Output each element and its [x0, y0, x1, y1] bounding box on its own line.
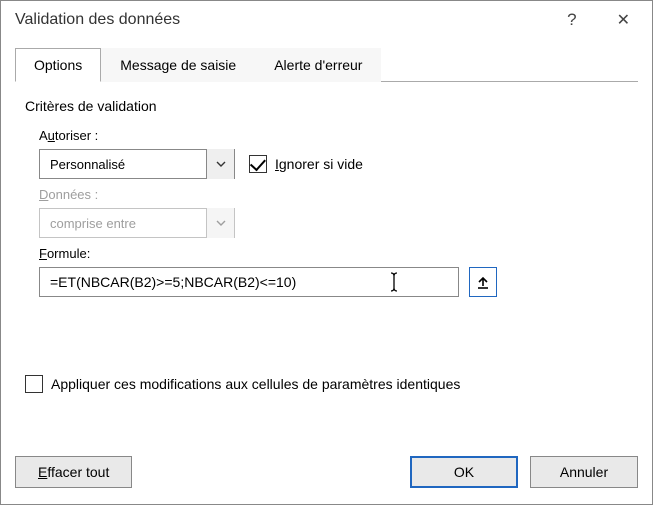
allow-label: Autoriser :	[39, 128, 628, 143]
tab-strip: Options Message de saisie Alerte d'erreu…	[15, 47, 638, 82]
allow-select-value: Personnalisé	[50, 157, 125, 172]
checkbox-icon	[249, 155, 267, 173]
ignore-blank-label: Ignorer si vide	[275, 156, 363, 172]
allow-select[interactable]: Personnalisé	[39, 149, 235, 179]
collapse-icon	[476, 275, 490, 289]
criteria-heading: Critères de validation	[25, 98, 628, 114]
formula-group: Formule:	[39, 246, 628, 297]
allow-group: Autoriser : Personnalisé Ignorer si vide	[39, 128, 628, 179]
text-cursor-icon	[387, 271, 401, 293]
help-button[interactable]: ?	[559, 6, 584, 34]
criteria-fields: Autoriser : Personnalisé Ignorer si vide	[25, 128, 628, 297]
data-validation-dialog: Validation des données ? ✕ Options Messa…	[0, 0, 653, 505]
tab-options[interactable]: Options	[15, 48, 101, 82]
dialog-footer: Effacer tout OK Annuler	[1, 456, 652, 504]
ok-button[interactable]: OK	[410, 456, 518, 488]
collapse-dialog-button[interactable]	[469, 267, 497, 297]
ignore-blank-checkbox[interactable]: Ignorer si vide	[249, 155, 363, 173]
data-select: comprise entre	[39, 208, 235, 238]
close-button[interactable]: ✕	[609, 6, 638, 34]
tab-error-alert[interactable]: Alerte d'erreur	[255, 48, 381, 82]
data-label: Données :	[39, 187, 628, 202]
apply-same-settings-checkbox[interactable]: Appliquer ces modifications aux cellules…	[25, 375, 628, 393]
chevron-down-icon	[206, 208, 234, 238]
apply-same-settings-label: Appliquer ces modifications aux cellules…	[51, 376, 460, 392]
checkbox-icon	[25, 375, 43, 393]
chevron-down-icon	[206, 149, 234, 179]
options-panel: Critères de validation Autoriser : Perso…	[15, 82, 638, 403]
data-group: Données : comprise entre	[39, 187, 628, 238]
titlebar-buttons: ? ✕	[559, 6, 638, 34]
data-select-value: comprise entre	[50, 216, 136, 231]
clear-all-button[interactable]: Effacer tout	[15, 456, 132, 488]
dialog-title: Validation des données	[15, 11, 559, 29]
tab-input-message[interactable]: Message de saisie	[101, 48, 255, 82]
dialog-content: Options Message de saisie Alerte d'erreu…	[1, 39, 652, 456]
titlebar: Validation des données ? ✕	[1, 1, 652, 39]
cancel-button[interactable]: Annuler	[530, 456, 638, 488]
formula-label: Formule:	[39, 246, 628, 261]
